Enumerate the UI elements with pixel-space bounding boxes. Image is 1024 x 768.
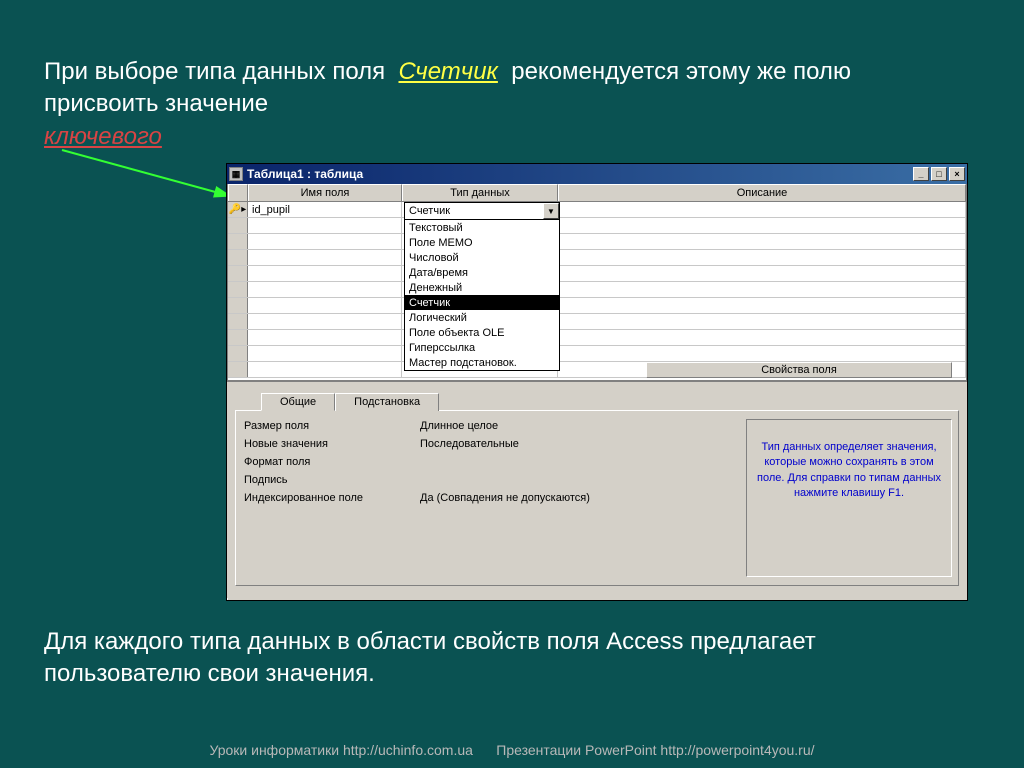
dropdown-option[interactable]: Мастер подстановок. xyxy=(405,355,559,370)
help-text-pane: Тип данных определяет значения, которые … xyxy=(746,419,952,577)
dropdown-toggle-button[interactable]: ▼ xyxy=(543,203,559,219)
field-desc-cell[interactable] xyxy=(558,234,966,249)
dropdown-option[interactable]: Числовой xyxy=(405,250,559,265)
field-name-cell[interactable] xyxy=(248,266,402,281)
field-name-cell[interactable] xyxy=(248,218,402,233)
property-label: Новые значения xyxy=(244,438,420,450)
field-desc-cell[interactable] xyxy=(558,346,966,361)
dropdown-option[interactable]: Текстовый xyxy=(405,220,559,235)
table-row[interactable] xyxy=(228,298,966,314)
dropdown-option[interactable]: Дата/время xyxy=(405,265,559,280)
datatype-selected-value: Счетчик xyxy=(409,205,450,217)
field-name-cell[interactable] xyxy=(248,330,402,345)
table-row[interactable] xyxy=(228,346,966,362)
access-table-design-window: ▦ Таблица1 : таблица _ □ × Имя поля Тип … xyxy=(226,163,968,601)
row-selector[interactable] xyxy=(228,314,248,329)
tab-lookup[interactable]: Подстановка xyxy=(335,393,439,411)
property-row[interactable]: Подпись xyxy=(244,471,738,489)
table-row[interactable]: 🔑▸id_pupil Счетчик ▼ xyxy=(228,202,966,218)
footer-left: Уроки информатики http://uchinfo.com.ua xyxy=(209,742,472,758)
dropdown-option[interactable]: Счетчик xyxy=(405,295,559,310)
emphasis-key: ключевого xyxy=(44,123,162,150)
property-row[interactable]: Формат поля xyxy=(244,453,738,471)
row-selector[interactable] xyxy=(228,346,248,361)
row-selector[interactable]: 🔑▸ xyxy=(228,202,248,217)
field-properties-pane: Общие Подстановка Размер поляДлинное цел… xyxy=(227,380,967,598)
grid-header-type[interactable]: Тип данных xyxy=(402,184,558,201)
datatype-dropdown-list[interactable]: ТекстовыйПоле МЕМОЧисловойДата/времяДене… xyxy=(405,219,559,370)
property-value[interactable]: Да (Совпадения не допускаются) xyxy=(420,492,738,504)
footer-right: Презентации PowerPoint http://powerpoint… xyxy=(496,742,814,758)
window-titlebar[interactable]: ▦ Таблица1 : таблица _ □ × xyxy=(227,164,967,184)
table-row[interactable] xyxy=(228,330,966,346)
dropdown-option[interactable]: Логический xyxy=(405,310,559,325)
grid-header-name[interactable]: Имя поля xyxy=(248,184,402,201)
table-icon: ▦ xyxy=(229,167,243,181)
property-value[interactable]: Последовательные xyxy=(420,438,738,450)
minimize-button[interactable]: _ xyxy=(913,167,929,181)
field-name-cell[interactable] xyxy=(248,362,402,377)
property-row[interactable]: Новые значенияПоследовательные xyxy=(244,435,738,453)
datatype-dropdown-display[interactable]: Счетчик ▼ xyxy=(405,203,559,219)
properties-section-label: Свойства поля xyxy=(646,362,952,378)
field-desc-cell[interactable] xyxy=(558,314,966,329)
grid-header-desc[interactable]: Описание xyxy=(558,184,966,201)
field-name-cell[interactable]: id_pupil xyxy=(248,202,402,217)
row-selector[interactable] xyxy=(228,362,248,377)
field-desc-cell[interactable] xyxy=(558,218,966,233)
table-row[interactable] xyxy=(228,282,966,298)
field-name-cell[interactable] xyxy=(248,298,402,313)
grid-header-row: Имя поля Тип данных Описание xyxy=(228,184,966,202)
property-label: Размер поля xyxy=(244,420,420,432)
row-selector[interactable] xyxy=(228,234,248,249)
field-grid: Имя поля Тип данных Описание 🔑▸id_pupilС… xyxy=(227,184,967,382)
field-desc-cell[interactable] xyxy=(558,250,966,265)
row-selector[interactable] xyxy=(228,298,248,313)
properties-tabs: Общие Подстановка xyxy=(261,392,959,410)
table-row[interactable] xyxy=(228,218,966,234)
close-button[interactable]: × xyxy=(949,167,965,181)
dropdown-option[interactable]: Поле объекта OLE xyxy=(405,325,559,340)
table-row[interactable] xyxy=(228,250,966,266)
property-label: Подпись xyxy=(244,474,420,486)
slide-footer: Уроки информатики http://uchinfo.com.ua … xyxy=(0,742,1024,758)
tab-general[interactable]: Общие xyxy=(261,393,335,411)
row-selector[interactable] xyxy=(228,282,248,297)
table-row[interactable] xyxy=(228,314,966,330)
grid-header-selector[interactable] xyxy=(228,184,248,201)
field-desc-cell[interactable] xyxy=(558,298,966,313)
properties-list: Размер поляДлинное целоеНовые значенияПо… xyxy=(236,411,746,585)
dropdown-option[interactable]: Денежный xyxy=(405,280,559,295)
property-row[interactable]: Индексированное полеДа (Совпадения не до… xyxy=(244,489,738,507)
property-value[interactable]: Длинное целое xyxy=(420,420,738,432)
row-selector[interactable] xyxy=(228,330,248,345)
row-selector[interactable] xyxy=(228,218,248,233)
field-name-cell[interactable] xyxy=(248,314,402,329)
top-text-a: При выборе типа данных поля xyxy=(44,58,385,85)
primary-key-icon: 🔑▸ xyxy=(229,204,246,215)
field-desc-cell[interactable] xyxy=(558,282,966,297)
emphasis-counter: Счетчик xyxy=(398,58,497,85)
table-row[interactable] xyxy=(228,234,966,250)
field-desc-cell[interactable] xyxy=(558,330,966,345)
table-row[interactable] xyxy=(228,266,966,282)
field-name-cell[interactable] xyxy=(248,282,402,297)
dropdown-option[interactable]: Поле МЕМО xyxy=(405,235,559,250)
slide-top-text: При выборе типа данных поля Счетчик реко… xyxy=(44,56,964,153)
property-label: Формат поля xyxy=(244,456,420,468)
field-name-cell[interactable] xyxy=(248,250,402,265)
datatype-dropdown[interactable]: Счетчик ▼ ТекстовыйПоле МЕМОЧисловойДата… xyxy=(404,202,560,371)
field-name-cell[interactable] xyxy=(248,234,402,249)
row-selector[interactable] xyxy=(228,266,248,281)
maximize-button[interactable]: □ xyxy=(931,167,947,181)
field-desc-cell[interactable] xyxy=(558,266,966,281)
window-title: Таблица1 : таблица xyxy=(247,167,913,181)
slide-bottom-text: Для каждого типа данных в области свойст… xyxy=(44,626,964,691)
dropdown-option[interactable]: Гиперссылка xyxy=(405,340,559,355)
row-selector[interactable] xyxy=(228,250,248,265)
field-name-cell[interactable] xyxy=(248,346,402,361)
field-desc-cell[interactable] xyxy=(558,202,966,217)
property-label: Индексированное поле xyxy=(244,492,420,504)
property-row[interactable]: Размер поляДлинное целое xyxy=(244,417,738,435)
